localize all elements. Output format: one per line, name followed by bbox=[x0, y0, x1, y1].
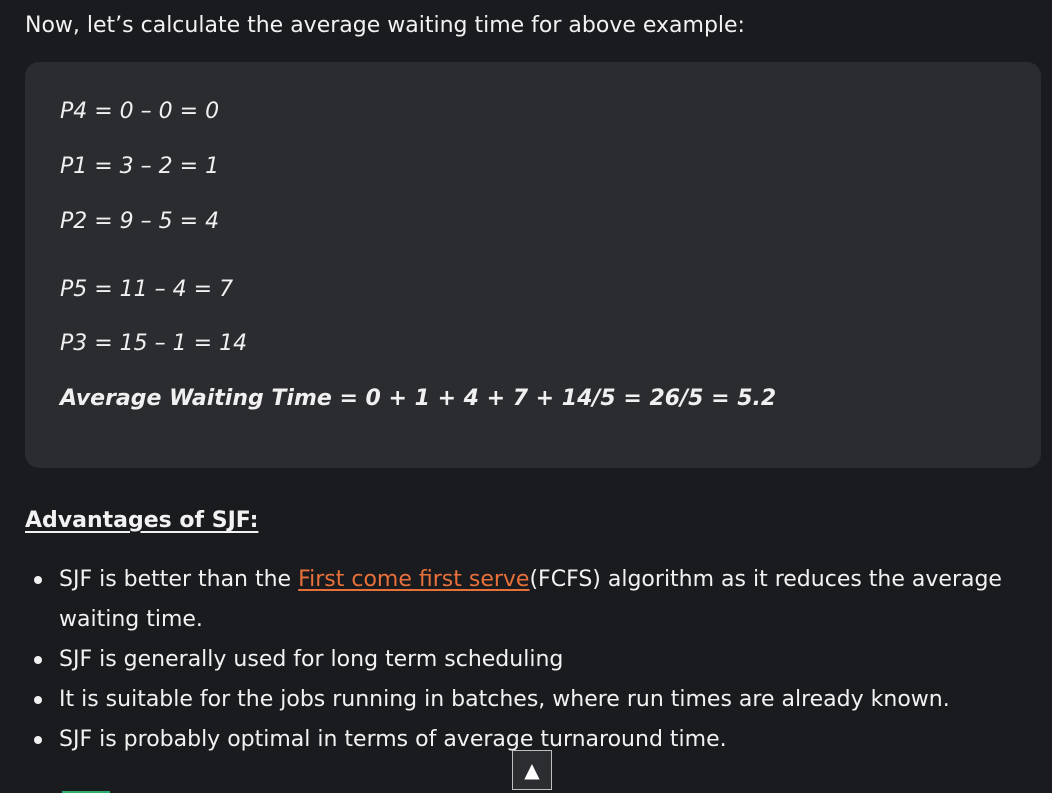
list-item-text: SJF is generally used for long term sche… bbox=[59, 647, 564, 672]
list-item-text: SJF is better than the bbox=[59, 567, 299, 592]
fcfs-link[interactable]: First come first serve bbox=[298, 567, 529, 592]
calculation-box: P4 = 0 – 0 = 0 P1 = 3 – 2 = 1 P2 = 9 – 5… bbox=[25, 62, 1041, 468]
bullet-icon bbox=[34, 656, 42, 664]
advantages-list: SJF is better than the First come first … bbox=[0, 560, 1052, 760]
list-item-text: It is suitable for the jobs running in b… bbox=[59, 687, 950, 712]
calc-line-p2: P2 = 9 – 5 = 4 bbox=[60, 209, 220, 234]
list-item: SJF is generally used for long term sche… bbox=[0, 640, 1052, 680]
bullet-icon bbox=[34, 696, 42, 704]
advantages-heading: Advantages of SJF: bbox=[25, 508, 259, 533]
list-item: SJF is better than the First come first … bbox=[0, 560, 1052, 640]
scroll-to-top-button[interactable]: ▲ bbox=[512, 750, 552, 790]
average-waiting-time: Average Waiting Time = 0 + 1 + 4 + 7 + 1… bbox=[60, 386, 777, 411]
bullet-icon bbox=[34, 576, 42, 584]
list-item: It is suitable for the jobs running in b… bbox=[0, 680, 1052, 720]
intro-text: Now, let’s calculate the average waiting… bbox=[25, 13, 745, 38]
list-item-text: SJF is probably optimal in terms of aver… bbox=[59, 727, 727, 752]
calc-line-p4: P4 = 0 – 0 = 0 bbox=[60, 99, 220, 124]
calc-line-p3: P3 = 15 – 1 = 14 bbox=[60, 331, 248, 356]
calc-line-p5: P5 = 11 – 4 = 7 bbox=[60, 277, 234, 302]
bullet-icon bbox=[34, 736, 42, 744]
calc-line-p1: P1 = 3 – 2 = 1 bbox=[60, 154, 220, 179]
arrow-up-icon: ▲ bbox=[524, 758, 540, 782]
